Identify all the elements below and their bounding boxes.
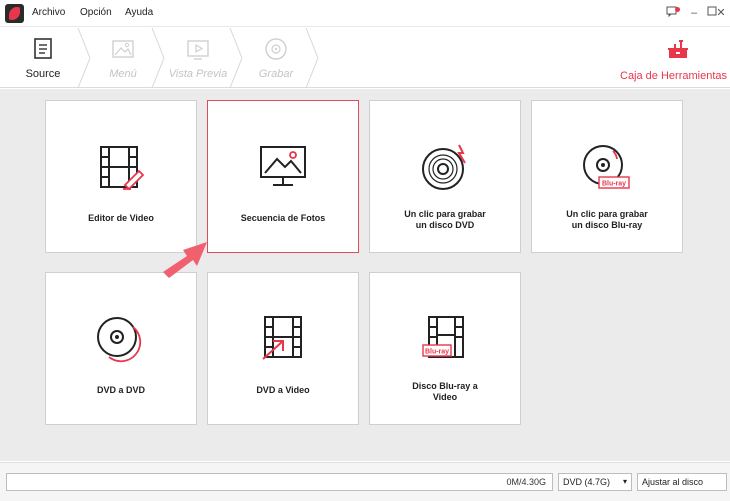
card-video-editor[interactable]: Editor de Video: [45, 100, 197, 253]
step-source[interactable]: Source: [0, 28, 86, 88]
menu-archivo[interactable]: Archivo: [32, 7, 65, 18]
step-burn[interactable]: Grabar: [244, 28, 308, 88]
fit-option-value: Ajustar al disco: [642, 477, 704, 487]
card-label: Un clic para grabar un disco DVD: [404, 209, 486, 230]
card-label: Secuencia de Fotos: [240, 213, 326, 223]
bluray-badge-text: Blu-ray: [602, 181, 626, 188]
menu-image-icon: [112, 40, 134, 58]
photo-slideshow-icon: [260, 146, 306, 186]
source-icon: [34, 38, 52, 59]
video-editor-icon: [100, 146, 145, 191]
tools-grid: Editor de Video Secuencia de Fotos Un cl…: [0, 89, 730, 461]
burn-bluray-icon: Blu-ray: [583, 145, 630, 189]
disc-type-select[interactable]: DVD (4.7G) ▾: [558, 473, 632, 491]
card-label: DVD a DVD: [96, 385, 145, 395]
preview-icon: [187, 40, 209, 60]
menu-bar: Archivo Opción Ayuda – ✕: [0, 0, 730, 27]
step-menu[interactable]: Menú: [90, 28, 156, 88]
chevron-down-icon: ▾: [622, 477, 627, 486]
card-dvd-to-video[interactable]: DVD a Video: [207, 272, 359, 425]
burn-icon: [265, 38, 287, 60]
menu-ayuda[interactable]: Ayuda: [125, 7, 153, 18]
minimize-icon[interactable]: –: [687, 6, 701, 20]
bluray-to-video-icon: Blu-ray: [422, 316, 464, 358]
menu-opcion[interactable]: Opción: [80, 7, 112, 18]
card-burn-dvd[interactable]: Un clic para grabar un disco DVD: [369, 100, 521, 253]
disc-capacity-text: 0M/4.30G: [506, 477, 546, 487]
dvd-to-video-icon: [262, 316, 302, 360]
card-photo-slideshow[interactable]: Secuencia de Fotos: [207, 100, 359, 253]
step-menu-label: Menú: [109, 68, 137, 80]
app-logo: [5, 4, 24, 23]
close-icon[interactable]: ✕: [714, 6, 728, 20]
toolbox-label: Caja de Herramientas: [620, 70, 727, 82]
step-preview[interactable]: Vista Previa: [164, 28, 232, 88]
bluray-badge-text: Blu-ray: [425, 349, 449, 356]
card-label: Disco Blu-ray a Video: [412, 381, 478, 402]
fit-to-disc-select[interactable]: Ajustar al disco: [637, 473, 727, 491]
step-burn-label: Grabar: [258, 68, 294, 80]
step-separator: [229, 28, 243, 88]
card-bluray-to-video[interactable]: Blu-ray Disco Blu-ray a Video: [369, 272, 521, 425]
notification-badge: [675, 7, 680, 12]
workflow-steps: Source Menú Vista Previa Grabar Caja de …: [0, 28, 730, 88]
status-bar: 0M/4.30G DVD (4.7G) ▾ Ajustar al disco: [0, 462, 730, 501]
card-label: Editor de Video: [88, 213, 154, 223]
disc-capacity-bar: 0M/4.30G: [6, 473, 553, 491]
burn-dvd-icon: [422, 144, 466, 190]
card-dvd-to-dvd[interactable]: DVD a DVD: [45, 272, 197, 425]
step-source-label: Source: [25, 68, 61, 80]
card-label: DVD a Video: [256, 385, 310, 395]
toolbox-button[interactable]: Caja de Herramientas: [617, 28, 727, 88]
step-separator: [305, 28, 319, 88]
dvd-to-dvd-icon: [97, 317, 142, 363]
disc-type-value: DVD (4.7G): [563, 477, 611, 487]
toolbox-icon: [668, 40, 688, 58]
step-preview-label: Vista Previa: [168, 68, 228, 80]
card-burn-bluray[interactable]: Blu-ray Un clic para grabar un disco Blu…: [531, 100, 683, 253]
pointer-arrow: [163, 242, 207, 278]
card-label: Un clic para grabar un disco Blu-ray: [566, 209, 648, 230]
